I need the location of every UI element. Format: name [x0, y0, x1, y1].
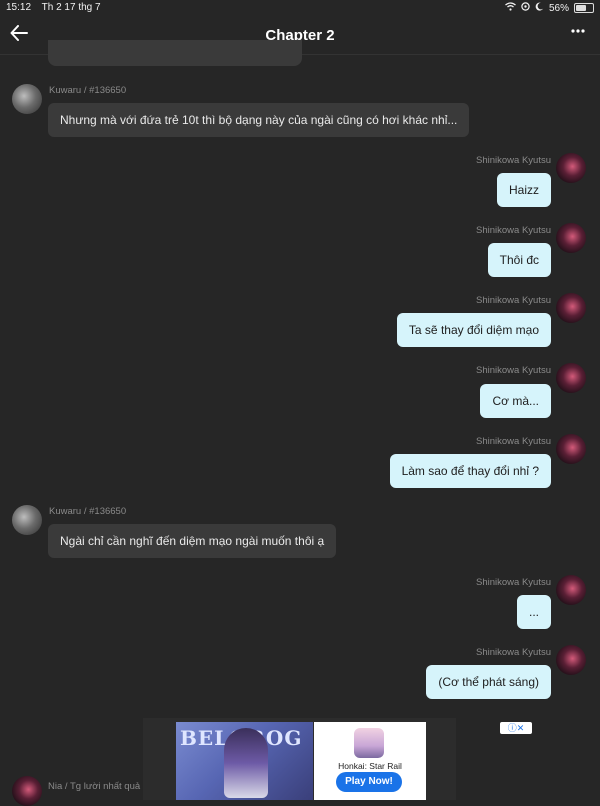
avatar[interactable] [556, 293, 586, 323]
avatar[interactable] [12, 776, 42, 806]
sender-name: Shinikowa Kyutsu [476, 225, 551, 236]
ad-app-name: Honkai: Star Rail [338, 761, 402, 771]
location-icon [521, 2, 530, 14]
sender-name: Kuwaru / #136650 [49, 506, 127, 517]
message-bubble[interactable]: Làm sao để thay đổi nhỉ ? [389, 454, 551, 488]
avatar[interactable] [556, 223, 586, 253]
avatar[interactable] [556, 645, 586, 675]
message-bubble[interactable]: Ta sẽ thay đổi diệm mạo [396, 313, 551, 347]
app-icon [354, 728, 384, 758]
sender-name: Shinikowa Kyutsu [476, 365, 551, 376]
message-bubble[interactable]: Nhưng mà với đứa trẻ 10t thì bộ dạng này… [48, 103, 470, 137]
message-bubble[interactable]: Cơ mà... [480, 384, 551, 418]
more-options-icon[interactable] [570, 22, 586, 43]
status-date: Th 2 17 thg 7 [41, 2, 101, 13]
sender-name: Shinikowa Kyutsu [476, 436, 551, 447]
message-bubble[interactable]: ... [516, 595, 551, 629]
sender-name: Shinikowa Kyutsu [476, 577, 551, 588]
moon-icon [535, 2, 544, 14]
message-bubble-cut-off [48, 40, 302, 66]
status-time: 15:12 [6, 2, 32, 13]
avatar[interactable] [556, 575, 586, 605]
avatar[interactable] [12, 505, 42, 535]
sender-name: Shinikowa Kyutsu [476, 295, 551, 306]
avatar[interactable] [556, 363, 586, 393]
avatar[interactable] [556, 153, 586, 183]
message-bubble[interactable]: Thôi đc [487, 243, 551, 277]
message-bubble[interactable]: Ngài chỉ cần nghĩ đến diệm mạo ngài muốn… [48, 524, 337, 558]
sender-name: Nia / Tg lười nhất quả đ [48, 781, 149, 792]
message-bubble[interactable]: (Cơ thể phát sáng) [426, 665, 551, 699]
adchoices-icon[interactable]: ⓘ✕ [500, 722, 532, 734]
ad-image[interactable]: BELOBOG [176, 722, 313, 800]
sender-name: Kuwaru / #136650 [49, 85, 127, 96]
wifi-icon [505, 2, 516, 14]
battery-percent: 56% [548, 2, 569, 14]
status-bar: 15:12 Th 2 17 thg 7 56% [0, 0, 600, 16]
sender-name: Shinikowa Kyutsu [476, 155, 551, 166]
ad-character-image [224, 728, 268, 798]
sender-name: Shinikowa Kyutsu [476, 647, 551, 658]
avatar[interactable] [12, 84, 42, 114]
ad-card[interactable]: Honkai: Star Rail Play Now! [314, 722, 426, 800]
play-now-button[interactable]: Play Now! [336, 772, 402, 792]
message-bubble[interactable]: Haizz [496, 173, 551, 207]
avatar[interactable] [556, 434, 586, 464]
battery-icon [574, 3, 594, 13]
